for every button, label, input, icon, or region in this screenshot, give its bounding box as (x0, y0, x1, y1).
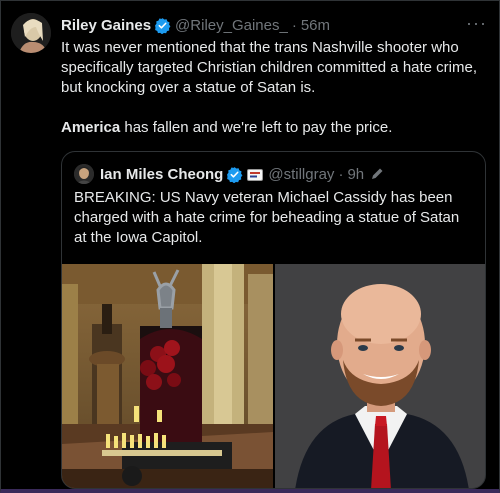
author-name[interactable]: Riley Gaines (61, 17, 151, 34)
quote-author-name[interactable]: Ian Miles Cheong (100, 166, 223, 183)
tweet-bold-word: America (61, 119, 121, 136)
verified-icon (154, 17, 171, 34)
tweet-paragraph-2-rest: has fallen and we're left to pay the pri… (120, 119, 393, 136)
quote-separator-dot: · (338, 165, 344, 183)
quoted-tweet[interactable]: Ian Miles Cheong @stillgray · 9h BREAKIN… (61, 151, 486, 489)
tweet-card[interactable]: Riley Gaines @Riley_Gaines_ · 56m ··· It… (0, 0, 500, 493)
tweet-header: Riley Gaines @Riley_Gaines_ · 56m ··· (61, 14, 487, 35)
quote-author-handle[interactable]: @stillgray (268, 166, 334, 183)
tweet-paragraph-1: It was never mentioned that the trans Na… (61, 39, 478, 96)
tweet-text: It was never mentioned that the trans Na… (61, 38, 489, 158)
affiliate-badge-icon (247, 168, 264, 181)
more-options-icon[interactable]: ··· (466, 14, 487, 32)
quote-time[interactable]: 9h (347, 166, 364, 183)
quote-text: BREAKING: US Navy veteran Michael Cassid… (74, 189, 460, 246)
tweet-paragraph-2: America has fallen and we're left to pay… (61, 118, 489, 138)
satan-statue-photo[interactable] (62, 264, 273, 488)
quote-author-avatar[interactable] (74, 164, 94, 184)
man-portrait-photo[interactable] (275, 264, 485, 488)
quote-verified-icon (226, 166, 243, 183)
separator-dot: · (291, 16, 297, 34)
quote-header: Ian Miles Cheong @stillgray · 9h (74, 164, 475, 184)
edit-pencil-icon (370, 167, 384, 181)
tweet-time[interactable]: 56m (301, 17, 330, 34)
author-avatar[interactable] (11, 13, 51, 53)
author-handle[interactable]: @Riley_Gaines_ (175, 17, 288, 34)
